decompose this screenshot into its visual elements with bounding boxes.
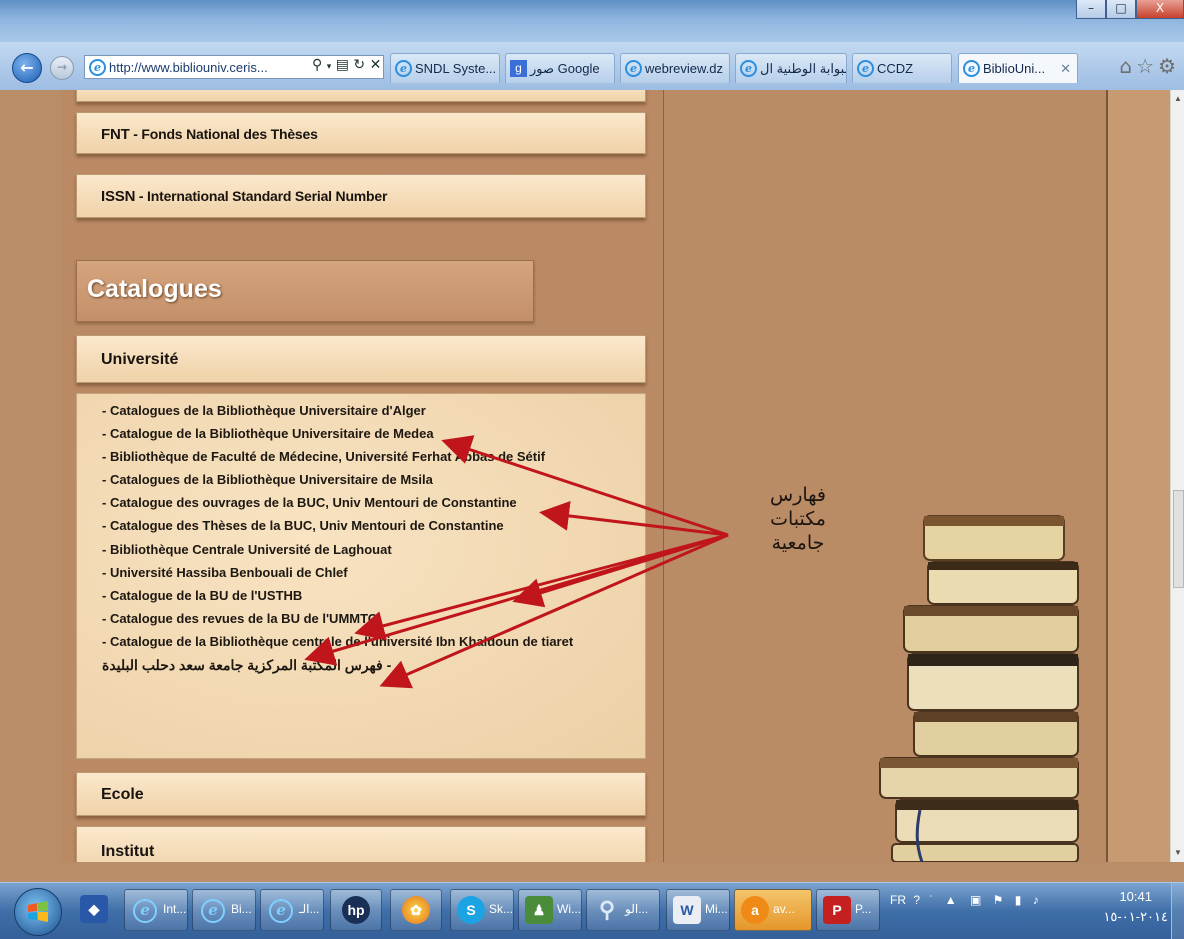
tab-label: البوابة الوطنية ال... — [760, 61, 846, 76]
gear-icon[interactable]: ⚙ — [1158, 54, 1180, 78]
users-icon: ♟ — [525, 896, 553, 924]
power-icon[interactable]: ▮ — [1015, 893, 1022, 907]
taskbar-item[interactable]: a av... — [734, 889, 812, 931]
ie-icon: e — [963, 60, 980, 77]
tab-label: BiblioUni... — [983, 61, 1046, 76]
tab-webreview[interactable]: e webreview.dz — [620, 53, 730, 83]
system-tray: FR ? ˙ ▲ ▣ ⚑ ▮ ♪ — [890, 893, 1039, 907]
ie-icon: e — [131, 896, 159, 924]
windows-logo-icon — [28, 901, 48, 922]
show-desktop-button[interactable] — [1171, 883, 1184, 939]
word-icon: W — [673, 896, 701, 924]
taskbar-label: Wi... — [557, 902, 581, 916]
tab-google-images[interactable]: g صور Google — [505, 53, 615, 83]
window-controls: – □ X — [1076, 0, 1184, 19]
clock-date: ٢٠١٤-٠١-١٥ — [1103, 909, 1168, 924]
tab-label: webreview.dz — [645, 61, 724, 76]
dropdown-icon[interactable]: ▾ — [327, 62, 332, 72]
scroll-up-icon[interactable]: ▲ — [1174, 94, 1182, 103]
taskbar-item[interactable]: ⚲ الو... — [586, 889, 660, 931]
app-icon: ◆ — [80, 895, 108, 923]
search-icon[interactable]: ⚲ — [312, 57, 322, 73]
windows-taskbar: ◆ e Int... e Bi... e الـ... hp ✿ S Sk...… — [0, 882, 1184, 939]
taskbar-item[interactable]: e الـ... — [260, 889, 324, 931]
taskbar-item[interactable]: P P... — [816, 889, 880, 931]
tab-label: SNDL Syste... — [415, 61, 497, 76]
back-button[interactable]: ← — [12, 53, 42, 83]
arrow-to-msila — [539, 500, 729, 537]
clock-time: 10:41 — [1119, 889, 1152, 904]
refresh-icon[interactable]: ↻ — [353, 57, 365, 73]
taskbar-label: Mi... — [705, 902, 728, 916]
network-icon[interactable]: ▣ — [970, 893, 981, 907]
ie-icon: e — [857, 60, 874, 77]
taskbar-item[interactable]: e Bi... — [192, 889, 256, 931]
taskbar-label: الو... — [625, 902, 649, 916]
ie-icon: e — [89, 59, 106, 76]
flag-icon[interactable]: ⚑ — [993, 893, 1004, 907]
forward-button[interactable]: → — [50, 56, 74, 80]
arrow-to-ummto — [379, 533, 729, 689]
arrow-to-usthb — [304, 533, 729, 666]
ie-icon: e — [740, 60, 757, 77]
tab-national-portal[interactable]: e البوابة الوطنية ال... — [735, 53, 847, 83]
skype-icon: S — [457, 896, 485, 924]
address-url: http://www.bibliouniv.ceris... — [109, 60, 268, 75]
tab-label: CCDZ — [877, 61, 914, 76]
compat-view-icon[interactable]: ▤ — [336, 57, 349, 73]
keyboard-icon[interactable]: ˙ — [929, 893, 933, 907]
google-icon: g — [510, 60, 527, 77]
home-icon[interactable]: ⌂ — [1119, 54, 1136, 78]
help-icon[interactable]: ? — [913, 893, 920, 907]
taskbar-label: Int... — [163, 902, 187, 916]
favorites-star-icon[interactable]: ☆ — [1136, 54, 1158, 78]
taskbar-desktop-item[interactable]: ◆ — [74, 889, 114, 931]
browser-toolbar-icons: ⌂☆⚙ — [1119, 54, 1180, 78]
ie-icon: e — [199, 896, 227, 924]
show-hidden-icons[interactable]: ▲ — [945, 893, 957, 907]
maximize-button[interactable]: □ — [1106, 0, 1136, 19]
taskbar-item[interactable]: S Sk... — [450, 889, 514, 931]
close-tab-icon[interactable]: ✕ — [1060, 54, 1071, 83]
scroll-thumb[interactable] — [1173, 490, 1184, 588]
book-stack-illustration — [879, 515, 1079, 862]
ie-icon: e — [625, 60, 642, 77]
taskbar-label: Bi... — [231, 902, 252, 916]
volume-icon[interactable]: ♪ — [1033, 893, 1039, 907]
tab-sndl[interactable]: e SNDL Syste... — [390, 53, 500, 83]
web-page: FNT - Fonds National des Thèses ISSN - I… — [0, 90, 1184, 862]
tab-label: صور Google — [530, 61, 600, 76]
minimize-button[interactable]: – — [1076, 0, 1106, 19]
taskbar-item[interactable]: ✿ — [390, 889, 442, 931]
page-edge — [1106, 90, 1172, 862]
start-button[interactable] — [14, 888, 62, 936]
app-icon: ✿ — [402, 896, 430, 924]
taskbar-label: الـ... — [299, 902, 320, 916]
language-indicator[interactable]: FR — [890, 893, 906, 907]
taskbar-label: Sk... — [489, 902, 514, 916]
browser-navbar: ← → e http://www.bibliouniv.ceris... ⚲ ▾… — [0, 42, 1184, 91]
taskbar-item[interactable]: e Int... — [124, 889, 188, 931]
taskbar-clock[interactable]: 10:41 ٢٠١٤-٠١-١٥ — [1103, 887, 1168, 927]
taskbar-item[interactable]: ♟ Wi... — [518, 889, 582, 931]
scroll-down-icon[interactable]: ▼ — [1174, 848, 1182, 857]
vertical-scrollbar[interactable]: ▲ ▼ — [1170, 90, 1184, 862]
search-icon: ⚲ — [598, 897, 616, 922]
close-window-button[interactable]: X — [1136, 0, 1184, 19]
tab-bibliouniv[interactable]: e BiblioUni... ✕ — [958, 53, 1078, 83]
hp-icon: hp — [342, 896, 370, 924]
pdf-icon: P — [823, 896, 851, 924]
ie-icon: e — [395, 60, 412, 77]
arrow-to-medea — [441, 435, 729, 537]
taskbar-label: P... — [855, 902, 872, 916]
taskbar-item[interactable]: W Mi... — [666, 889, 730, 931]
taskbar-item[interactable]: hp — [330, 889, 382, 931]
ie-icon: e — [267, 896, 295, 924]
window-titlebar: – □ X — [0, 0, 1184, 42]
arrow-to-chlef — [354, 533, 729, 641]
stop-icon[interactable]: ✕ — [370, 57, 382, 73]
tab-ccdz[interactable]: e CCDZ — [852, 53, 952, 83]
taskbar-label: av... — [773, 902, 795, 916]
avast-icon: a — [741, 896, 769, 924]
